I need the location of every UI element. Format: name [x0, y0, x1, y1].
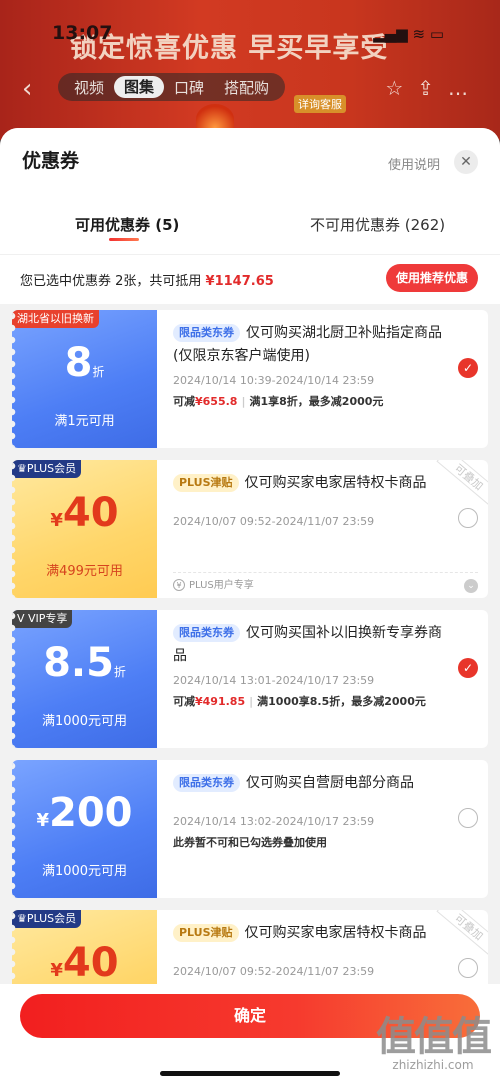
home-indicator [160, 1071, 340, 1076]
coupon-value: ¥40 [50, 940, 119, 986]
coupon-list: 湖北省以旧换新 8折 满1元可用 限品类东券 仅可购买湖北厨卫补贴指定商品(仅限京… [0, 310, 500, 1060]
perforation [12, 610, 16, 748]
coupon-badge: PLUS津贴 [173, 474, 239, 492]
coupon-value-panel: V VIP专享 8.5折 满1000元可用 [12, 610, 157, 748]
coupon-value-panel: 湖北省以旧换新 8折 满1元可用 [12, 310, 157, 448]
coupon-badge: 限品类东券 [173, 624, 240, 642]
coupon-value: 8.5折 [43, 640, 126, 686]
coupon-card[interactable]: ♛PLUS会员 ¥40 满499元可用 可叠加 PLUS津贴 仅可购买家电家居特权… [12, 460, 488, 598]
coupon-details: 限品类东券 仅可购买湖北厨卫补贴指定商品(仅限京东客户端使用) 2024/10/1… [157, 310, 488, 448]
coupon-details: 限品类东券 仅可购买自营厨电部分商品 2024/10/14 13:02-2024/… [157, 760, 488, 898]
close-icon[interactable]: ✕ [454, 150, 478, 174]
coupon-savings: 可减¥655.8 | 满1享8折，最多减2000元 [173, 395, 384, 408]
chevron-down-icon[interactable]: ⌄ [464, 579, 478, 593]
sheet-title: 优惠券 [22, 150, 80, 172]
back-icon[interactable]: ‹ [22, 74, 32, 104]
coupon-title: 限品类东券 仅可购买自营厨电部分商品 [173, 772, 476, 795]
tab-reviews[interactable]: 口碑 [164, 77, 214, 98]
coupon-corner-tag: ♛PLUS会员 [12, 460, 82, 478]
tab-available[interactable]: 可用优惠券 (5) [75, 214, 179, 235]
coupon-details: 限品类东券 仅可购买国补以旧换新专享券商品 2024/10/14 13:01-20… [157, 610, 488, 748]
selection-summary: 您已选中优惠券 2张，共可抵用 ¥1147.65 使用推荐优惠 [0, 254, 500, 304]
coupon-condition: 满1元可用 [54, 414, 115, 429]
coupon-value: ¥40 [50, 490, 119, 536]
summary-text: 您已选中优惠券 2张，共可抵用 ¥1147.65 [20, 270, 274, 289]
perforation [12, 310, 16, 448]
coupon-date: 2024/10/07 09:52-2024/11/07 23:59 [173, 965, 375, 978]
perforation [12, 760, 16, 898]
coupon-checkbox[interactable] [458, 508, 478, 528]
coupon-value: ¥200 [36, 790, 133, 836]
tab-unavailable[interactable]: 不可用优惠券 (262) [310, 214, 445, 235]
consult-tag: 详询客服 [294, 95, 346, 113]
coupon-sheet: 优惠券 使用说明 ✕ 可用优惠券 (5) 不可用优惠券 (262) 您已选中优惠… [0, 128, 500, 1084]
coupon-card[interactable]: 湖北省以旧换新 8折 满1元可用 限品类东券 仅可购买湖北厨卫补贴指定商品(仅限京… [12, 310, 488, 448]
coupon-card[interactable]: V VIP专享 8.5折 满1000元可用 限品类东券 仅可购买国补以旧换新专享券… [12, 610, 488, 748]
coupon-card[interactable]: ¥200 满1000元可用 限品类东券 仅可购买自营厨电部分商品 2024/10/… [12, 760, 488, 898]
tab-bundle[interactable]: 搭配购 [214, 77, 279, 98]
coupon-checkbox[interactable] [458, 958, 478, 978]
summary-prefix: 您已选中优惠券 2张，共可抵用 [20, 274, 206, 289]
use-recommended-button[interactable]: 使用推荐优惠 [385, 264, 478, 292]
coupon-title: 限品类东券 仅可购买湖北厨卫补贴指定商品(仅限京东客户端使用) [173, 324, 442, 364]
status-icons: ▂▄▆ ≋ ▭ [373, 25, 444, 43]
coupon-value-panel: ¥200 满1000元可用 [12, 760, 157, 898]
coupon-details: 可叠加 PLUS津贴 仅可购买家电家居特权卡商品 2024/10/07 09:52… [157, 460, 488, 598]
coupon-badge: 限品类东券 [173, 774, 240, 792]
tab-gallery[interactable]: 图集 [114, 76, 165, 98]
coupon-condition: 满1000元可用 [41, 714, 128, 729]
coupon-date: 2024/10/14 10:39-2024/10/14 23:59 [173, 374, 375, 387]
coupon-value: 8折 [64, 340, 105, 386]
coupon-tabs: 可用优惠券 (5) 不可用优惠券 (262) [0, 214, 500, 254]
summary-amount: ¥1147.65 [205, 274, 274, 289]
coupon-date: 2024/10/07 09:52-2024/11/07 23:59 [173, 515, 375, 528]
watermark-logo: 值值值 zhizhizhi.com [376, 1014, 492, 1072]
coupon-title: PLUS津贴 仅可购买家电家居特权卡商品 [173, 922, 476, 945]
coupon-badge: 限品类东券 [173, 324, 240, 342]
status-time: 13:07 [52, 22, 113, 44]
usage-help-link[interactable]: 使用说明 [388, 154, 440, 173]
promo-banner: 锁定惊喜优惠 早买早享受 [70, 33, 389, 64]
perforation [12, 460, 16, 598]
coupon-checkbox-checked[interactable]: ✓ [458, 658, 478, 678]
coupon-condition: 满499元可用 [46, 564, 123, 579]
background-product-page: 锁定惊喜优惠 早买早享受 13:07 ▂▄▆ ≋ ▭ ‹ 视频 图集 口碑 搭配… [0, 0, 500, 140]
coupon-corner-tag: ♛PLUS会员 [12, 910, 82, 928]
active-tab-indicator [109, 238, 139, 241]
coupon-checkbox-checked[interactable]: ✓ [458, 358, 478, 378]
coupon-title: PLUS津贴 仅可购买家电家居特权卡商品 [173, 472, 476, 495]
media-tabs: 视频 图集 口碑 搭配购 [58, 73, 286, 101]
coupon-condition: 满1000元可用 [41, 864, 128, 879]
coupon-checkbox[interactable] [458, 808, 478, 828]
coupon-corner-tag: V VIP专享 [12, 610, 73, 628]
coupon-date: 2024/10/14 13:02-2024/10/17 23:59 [173, 815, 375, 828]
coupon-date: 2024/10/14 13:01-2024/10/17 23:59 [173, 674, 375, 687]
coupon-savings: 可减¥491.85 | 满1000享8.5折，最多减2000元 [173, 695, 426, 708]
header-actions[interactable]: ☆⇪… [385, 76, 482, 100]
coupon-value-panel: ♛PLUS会员 ¥40 满499元可用 [12, 460, 157, 598]
currency-icon: ¥ [173, 579, 185, 591]
coupon-note: 此券暂不可和已勾选券叠加使用 [173, 836, 327, 849]
bottom-bar: 确定 值值值 zhizhizhi.com [0, 984, 500, 1084]
coupon-badge: PLUS津贴 [173, 924, 239, 942]
tab-video[interactable]: 视频 [64, 77, 114, 98]
coupon-title: 限品类东券 仅可购买国补以旧换新专享券商品 [173, 624, 442, 664]
sheet-header: 优惠券 使用说明 ✕ 可用优惠券 (5) 不可用优惠券 (262) 您已选中优惠… [0, 128, 500, 304]
coupon-corner-tag: 湖北省以旧换新 [12, 310, 99, 328]
plus-exclusive-row[interactable]: ¥ PLUS用户专享 ⌄ [173, 572, 478, 598]
